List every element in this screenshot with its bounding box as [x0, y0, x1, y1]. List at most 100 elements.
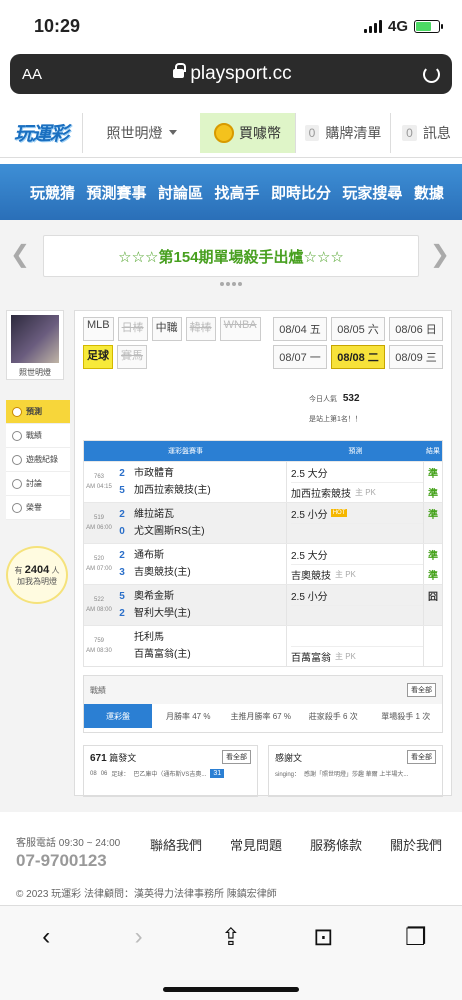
bookmarks-icon[interactable]: ⊡: [303, 923, 343, 952]
game-id: 520: [93, 556, 104, 562]
prediction-total: 2.5 小分: [291, 591, 328, 603]
user-menu[interactable]: 照世明燈: [82, 112, 200, 153]
score-home: 3: [119, 567, 125, 578]
prediction-hint: 主 PK: [355, 488, 376, 497]
announcement-carousel: ❮ ☆☆☆第154期單場殺手出爐☆☆☆ ❯: [0, 220, 462, 292]
team-home: 尤文圖斯RS(主): [134, 526, 205, 537]
posts-more-button[interactable]: 看全部: [222, 750, 251, 764]
result-cell: 準: [424, 503, 442, 543]
site-logo[interactable]: 玩運彩: [0, 113, 82, 153]
team-away: 托利馬: [134, 632, 164, 643]
score-home: 5: [119, 485, 125, 496]
footer-link-contact[interactable]: 聯絡我們: [150, 835, 202, 854]
score-home: 0: [119, 526, 125, 537]
buy-coins-button[interactable]: 買噱幣: [200, 112, 295, 153]
service-phone[interactable]: 07-9700123: [16, 851, 446, 871]
result-cell: [424, 626, 442, 666]
avatar[interactable]: 照世明燈: [6, 310, 64, 380]
back-icon[interactable]: ‹: [26, 923, 66, 951]
signal-icon: [363, 19, 382, 33]
nav-item-predict[interactable]: 預測賽事: [86, 182, 146, 203]
team-away: 維拉諾瓦: [134, 509, 174, 520]
date-filter: 08/04 五 08/05 六 08/06 日 08/07 一 08/08 二 …: [273, 317, 443, 369]
text-size-button[interactable]: AA: [22, 66, 42, 83]
nav-item-guess[interactable]: 玩競猜: [30, 182, 75, 203]
side-item-honor[interactable]: 榮譽: [6, 496, 70, 520]
thanks-more-button[interactable]: 看全部: [407, 750, 436, 764]
game-time: AM 04:15: [86, 484, 112, 490]
date-tag[interactable]: 08/07 一: [273, 345, 327, 369]
post-item[interactable]: 08 06 足球： 巴乙庫中（通布斯VS吉奧... 31: [90, 769, 251, 778]
follow-bulb-button[interactable]: 有 2404 人 加我為明燈: [6, 546, 68, 604]
nav-item-livescore[interactable]: 即時比分: [271, 182, 331, 203]
announcement-text[interactable]: ☆☆☆第154期單場殺手出爐☆☆☆: [43, 235, 419, 277]
cart-button[interactable]: 0 購牌清單: [295, 112, 390, 153]
nav-item-forum[interactable]: 討論區: [158, 182, 203, 203]
share-icon[interactable]: ⇪: [211, 923, 251, 952]
prediction-hint: 主 PK: [335, 570, 356, 579]
footer-link-about[interactable]: 關於我們: [390, 835, 442, 854]
nav-item-data[interactable]: 數據: [414, 182, 444, 203]
date-tag[interactable]: 08/05 六: [331, 317, 385, 341]
league-tag[interactable]: 韓棒: [185, 317, 216, 341]
footer-link-faq[interactable]: 常見問題: [230, 835, 282, 854]
game-id: 519: [93, 515, 104, 521]
posts-count: 671: [90, 752, 107, 764]
date-tag[interactable]: 08/04 五: [273, 317, 327, 341]
side-item-predict[interactable]: 預測: [6, 400, 70, 424]
table-row[interactable]: 763 AM 04:15 2 5 市政體育 加西拉索競技(主) 2.5 大分 加西拉索…: [84, 461, 442, 502]
profile-column: 照世明燈 預測 戰績 遊戲紀錄 討論 榮譽 有 2404 人 加我為明燈: [6, 310, 70, 796]
honor-icon: [12, 502, 22, 513]
table-row[interactable]: 520 AM 07:00 2 3 通布斯 吉奧競技(主) 2.5 大分 吉奧競技主 P…: [84, 543, 442, 584]
side-item-history[interactable]: 遊戲紀錄: [6, 448, 70, 472]
messages-label: 訊息: [422, 124, 451, 141]
record-more-button[interactable]: 看全部: [407, 683, 436, 697]
carousel-dots: [220, 282, 242, 286]
prediction-panel: MLB 日棒 中職 韓棒 WNBA 足球 賽馬 08/04 五 08/05 六 …: [74, 310, 452, 797]
header-result: 結果: [426, 448, 440, 455]
league-tag[interactable]: MLB: [83, 317, 114, 341]
result-cell: 準 準: [424, 462, 442, 502]
side-item-discuss[interactable]: 討論: [6, 472, 70, 496]
messages-button[interactable]: 0 訊息: [390, 112, 462, 153]
forward-icon[interactable]: ›: [119, 923, 159, 951]
tabs-icon[interactable]: ❐: [396, 923, 436, 952]
thanks-text: 感謝「照世明燈」莎趣 華爾 上半場大...: [304, 772, 409, 778]
address-bar[interactable]: AA playsport.cc: [10, 54, 452, 94]
date-tag[interactable]: 08/06 日: [389, 317, 443, 341]
prediction-table: 運彩盤賽事 預測 結果 763 AM 04:15 2 5 市政體育 加西拉索競技(主)…: [83, 440, 443, 667]
thanks-box: 感謝文 看全部 singing： 感謝「照世明燈」莎趣 華爾 上半場大...: [268, 745, 443, 797]
league-tag[interactable]: 足球: [83, 345, 113, 369]
chevron-right-icon[interactable]: ❯: [430, 240, 450, 269]
table-row[interactable]: 759 AM 08:30 托利馬 百萬富翁(主) 百萬富翁主 PK: [84, 625, 442, 666]
league-tag[interactable]: 中職: [151, 317, 182, 341]
date-tag[interactable]: 08/09 三: [389, 345, 443, 369]
league-tag[interactable]: 日棒: [117, 317, 148, 341]
url-text[interactable]: playsport.cc: [190, 63, 291, 85]
browser-toolbar: ‹ › ⇪ ⊡ ❐: [0, 905, 462, 1000]
record-label[interactable]: 運彩盤: [84, 704, 152, 728]
team-home: 吉奧競技(主): [134, 567, 191, 578]
prediction-cell: 2.5 大分 吉奧競技主 PK: [287, 544, 424, 584]
result-side: [424, 523, 442, 543]
league-tag[interactable]: 賽馬: [117, 345, 147, 369]
result-total: 準: [428, 509, 438, 521]
table-header: 運彩盤賽事 預測 結果: [84, 441, 442, 461]
prediction-side: 百萬富翁: [291, 653, 331, 664]
table-row[interactable]: 519 AM 06:00 2 0 維拉諾瓦 尤文圖斯RS(主) 2.5 小分 HOT 準: [84, 502, 442, 543]
score-away: 2: [119, 509, 125, 520]
date-tag[interactable]: 08/08 二: [331, 345, 385, 369]
league-tag[interactable]: WNBA: [219, 317, 261, 341]
nav-item-player-search[interactable]: 玩家搜尋: [342, 182, 402, 203]
nav-item-experts[interactable]: 找高手: [214, 182, 259, 203]
side-item-record[interactable]: 戰績: [6, 424, 70, 448]
bulb-prefix: 有: [14, 565, 23, 575]
chevron-left-icon[interactable]: ❮: [10, 240, 30, 269]
footer-link-terms[interactable]: 服務條款: [310, 835, 362, 854]
thanks-item[interactable]: singing： 感謝「照世明燈」莎趣 華爾 上半場大...: [275, 769, 436, 778]
reload-icon[interactable]: [422, 65, 440, 83]
table-row[interactable]: 522 AM 08:00 5 2 奧希金斯 智利大學(主) 2.5 小分 囧: [84, 584, 442, 625]
bulb-text: 加我為明燈: [17, 576, 57, 586]
home-indicator: [163, 987, 299, 992]
prediction-side: 吉奧競技: [291, 571, 331, 582]
